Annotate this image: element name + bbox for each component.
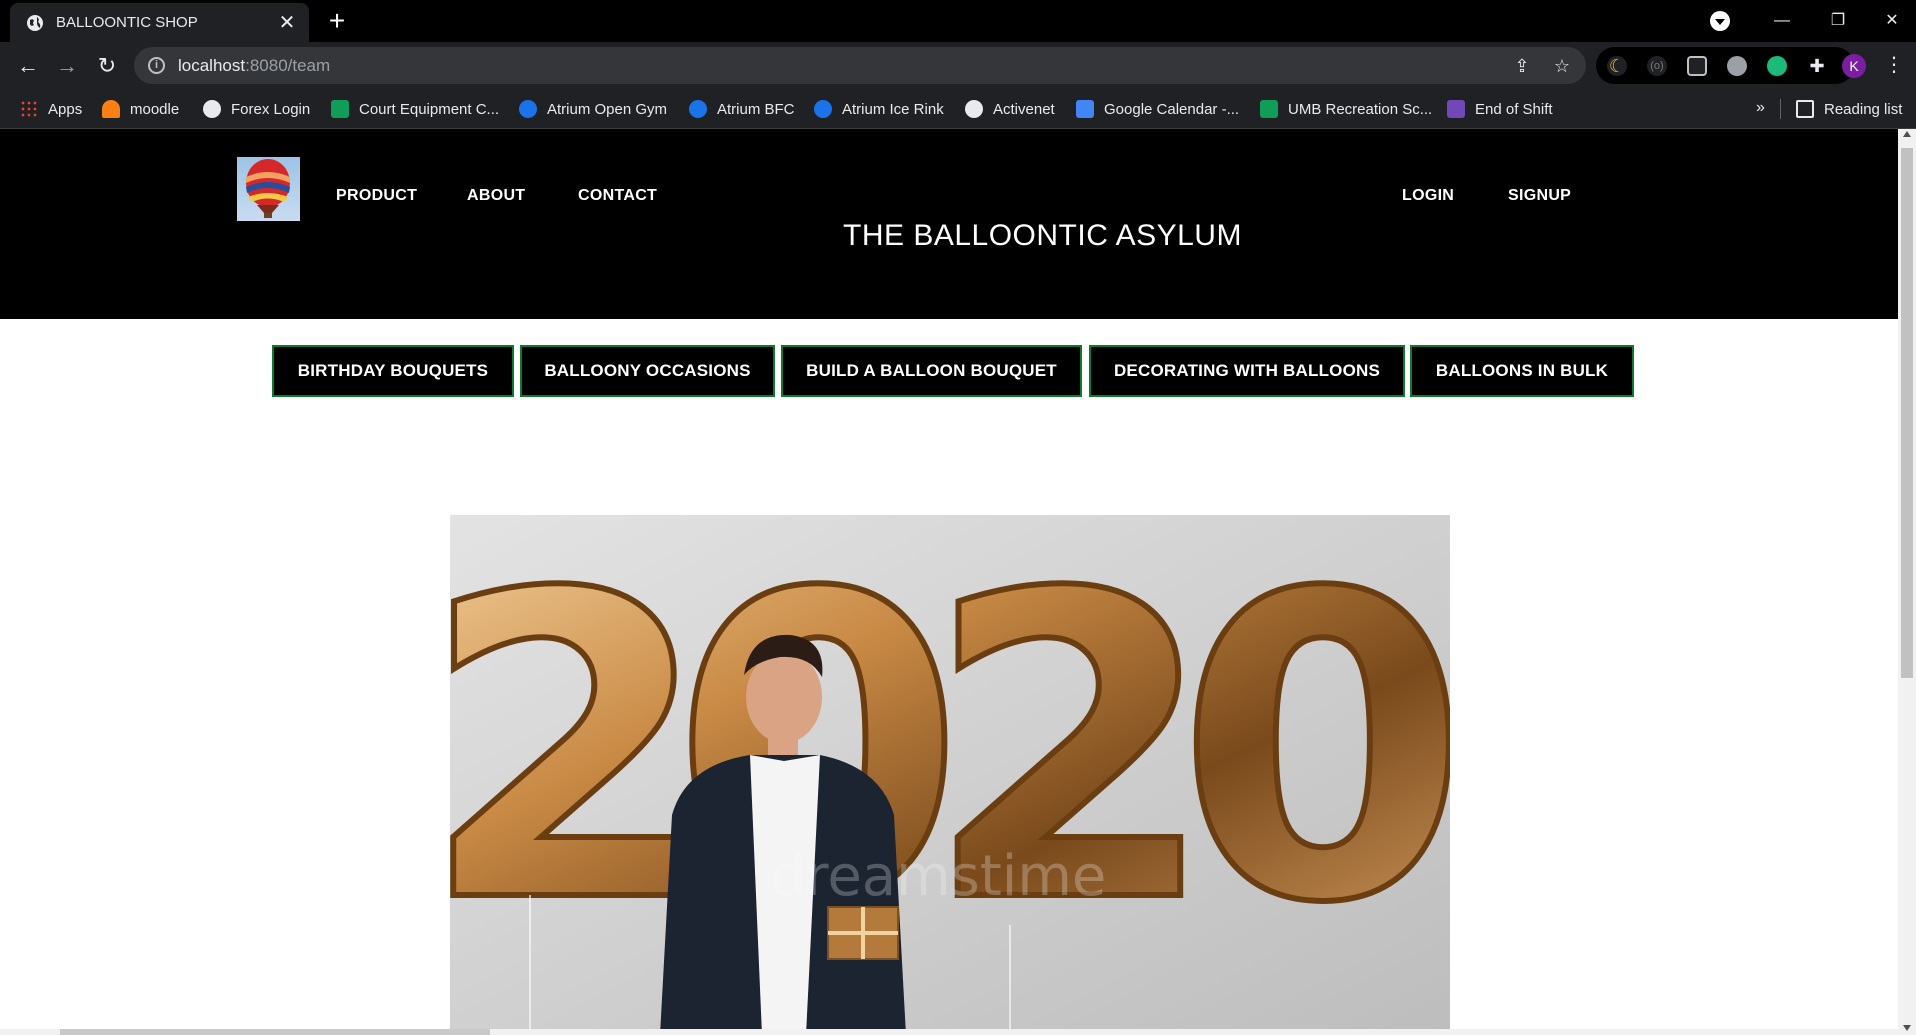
site-info-icon[interactable]: i (148, 57, 165, 74)
reading-list-icon (1796, 100, 1814, 118)
scroll-up-icon[interactable] (1903, 131, 1911, 137)
category-build-a-balloon-bouquet[interactable]: BUILD A BALLOON BOUQUET (781, 345, 1082, 397)
browser-tab-strip: BALLOONTIC SHOP ✕ + — ❐ ✕ (0, 0, 1916, 42)
record-extension-icon[interactable] (1727, 56, 1747, 76)
bookmark-label: Atrium Open Gym (547, 100, 668, 118)
bookmarks-divider (1780, 99, 1781, 119)
site-header: PRODUCT ABOUT CONTACT LOGIN SIGNUP THE B… (0, 129, 1898, 319)
browser-toolbar: ← → ↻ i localhost:8080/team ⇪ ☆ ☾ (o) ✚ … (0, 42, 1916, 89)
share-icon[interactable]: ⇪ (1512, 56, 1532, 76)
category-balloony-occasions[interactable]: BALLOONY OCCASIONS (520, 345, 775, 397)
nav-about[interactable]: ABOUT (467, 187, 525, 205)
category-balloons-in-bulk[interactable]: BALLOONS IN BULK (1410, 345, 1634, 397)
bookmark-end-of-shift[interactable]: End of Shift (1447, 89, 1553, 129)
bookmark-label: Atrium BFC (717, 100, 795, 118)
bookmark-atrium-bfc[interactable]: Atrium BFC (689, 89, 795, 129)
bookmarks-bar: Apps moodle Forex Login Court Equipment … (0, 89, 1916, 129)
category-decorating-with-balloons[interactable]: DECORATING WITH BALLOONS (1089, 345, 1405, 397)
calendar-icon (1076, 100, 1094, 118)
forms-icon (1447, 100, 1465, 118)
reading-list-button[interactable]: Reading list (1796, 89, 1902, 129)
extensions-area: ☾ (o) ✚ (1596, 47, 1854, 84)
globe-icon (203, 100, 221, 118)
restore-button[interactable]: ❐ (1818, 6, 1858, 36)
browser-tab[interactable]: BALLOONTIC SHOP ✕ (10, 3, 309, 42)
extensions-puzzle-icon[interactable]: ✚ (1807, 56, 1827, 76)
hot-air-balloon-icon (246, 159, 290, 218)
bookmark-moodle[interactable]: moodle (102, 89, 179, 129)
url-text[interactable]: localhost:8080/team (178, 56, 330, 76)
tab-close-icon[interactable]: ✕ (275, 13, 299, 33)
nav-product[interactable]: PRODUCT (336, 187, 417, 205)
profile-avatar[interactable]: K (1842, 54, 1866, 78)
scroll-thumb[interactable] (1901, 148, 1913, 678)
horizontal-scrollbar[interactable] (0, 1029, 1898, 1035)
balloon-numbers: 2020 (450, 515, 1450, 995)
grammar-extension-icon[interactable] (1767, 56, 1787, 76)
tab-title: BALLOONTIC SHOP (56, 14, 198, 31)
bookmark-label: Atrium Ice Rink (842, 100, 944, 118)
minimize-button[interactable]: — (1762, 6, 1802, 36)
address-bar[interactable]: i localhost:8080/team ⇪ ☆ (134, 47, 1586, 84)
close-window-button[interactable]: ✕ (1872, 6, 1912, 36)
new-tab-button[interactable]: + (322, 7, 352, 37)
bookmark-atrium-ice-rink[interactable]: Atrium Ice Rink (814, 89, 944, 129)
back-icon[interactable]: ← (12, 50, 44, 82)
bookmark-label: End of Shift (1475, 100, 1553, 118)
bookmark-google-calendar[interactable]: Google Calendar -... (1076, 89, 1239, 129)
watermark-text: dreamstime (770, 844, 1106, 909)
bookmark-forex-login[interactable]: Forex Login (203, 89, 310, 129)
url-path: :8080/team (245, 56, 331, 75)
nav-signup[interactable]: SIGNUP (1508, 187, 1571, 205)
bookmark-apps[interactable]: Apps (20, 89, 82, 129)
hero-illustration: 2020 dreamstime (450, 515, 1450, 1035)
bookmark-label: Apps (48, 100, 83, 118)
globe-icon (965, 100, 983, 118)
atrium-icon (814, 100, 832, 118)
nav-contact[interactable]: CONTACT (578, 187, 657, 205)
reload-icon[interactable]: ↻ (91, 50, 123, 82)
bookmark-label: Court Equipment C... (359, 100, 500, 118)
hot-air-balloon-logo[interactable] (237, 157, 300, 221)
bookmark-label: moodle (130, 100, 180, 118)
category-bar: BIRTHDAY BOUQUETS BALLOONY OCCASIONS BUI… (0, 345, 1898, 399)
bookmark-court-equipment[interactable]: Court Equipment C... (331, 89, 499, 129)
tab-search-icon[interactable] (1710, 11, 1730, 31)
browser-menu-icon[interactable]: ⋮ (1884, 52, 1904, 78)
moodle-icon (102, 100, 120, 118)
forward-icon[interactable]: → (51, 50, 83, 82)
url-host: localhost (178, 56, 246, 75)
bookmark-star-icon[interactable]: ☆ (1552, 56, 1572, 76)
bookmark-umb-recreation[interactable]: UMB Recreation Sc... (1260, 89, 1432, 129)
bookmark-atrium-open-gym[interactable]: Atrium Open Gym (519, 89, 667, 129)
apps-grid-icon (20, 100, 38, 118)
dark-mode-extension-icon[interactable]: ☾ (1607, 56, 1627, 76)
reading-list-label: Reading list (1824, 100, 1903, 118)
wifi-extension-icon[interactable]: (o) (1647, 56, 1667, 76)
bookmark-label: Activenet (993, 100, 1055, 118)
atrium-icon (519, 100, 537, 118)
horizontal-scroll-thumb[interactable] (60, 1029, 490, 1035)
globe-icon (27, 14, 43, 31)
bookmark-label: UMB Recreation Sc... (1288, 100, 1433, 118)
vertical-scrollbar[interactable] (1898, 129, 1916, 1035)
atrium-icon (689, 100, 707, 118)
site-title: THE BALLOONTIC ASYLUM (843, 219, 1242, 252)
bookmark-activenet[interactable]: Activenet (965, 89, 1055, 129)
sheets-icon (331, 100, 349, 118)
viewer-extension-icon[interactable] (1687, 56, 1707, 76)
bookmarks-more-icon[interactable]: » (1756, 99, 1765, 117)
bookmark-label: Forex Login (231, 100, 311, 118)
hero-image: 2020 dreamstime (450, 515, 1450, 1035)
sheets-icon (1260, 100, 1278, 118)
web-page: PRODUCT ABOUT CONTACT LOGIN SIGNUP THE B… (0, 129, 1898, 1035)
category-birthday-bouquets[interactable]: BIRTHDAY BOUQUETS (272, 345, 514, 397)
bookmark-label: Google Calendar -... (1104, 100, 1240, 118)
nav-login[interactable]: LOGIN (1402, 187, 1454, 205)
scroll-down-icon[interactable] (1903, 1025, 1911, 1031)
